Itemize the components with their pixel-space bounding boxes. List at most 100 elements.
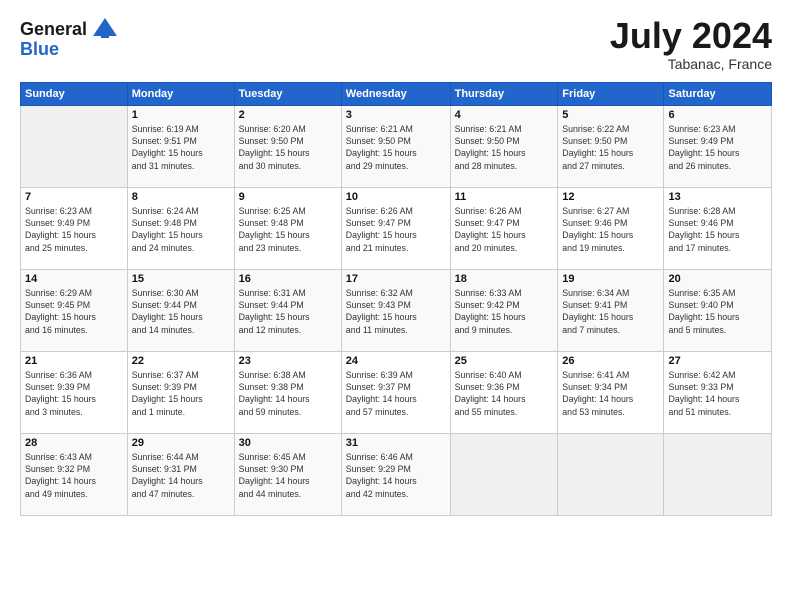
calendar: Sunday Monday Tuesday Wednesday Thursday… xyxy=(20,82,772,516)
table-row: 31Sunrise: 6:46 AM Sunset: 9:29 PM Dayli… xyxy=(341,433,450,515)
table-row: 8 Sunrise: 6:24 AM Sunset: 9:48 PM Daylig… xyxy=(127,187,234,269)
day-number: 21 xyxy=(25,355,123,367)
day-detail: Sunrise: 6:32 AM Sunset: 9:43 PM Dayligh… xyxy=(346,287,446,336)
day-detail: Sunrise: 6:23 AM Sunset: 9:49 PM Dayligh… xyxy=(25,205,123,254)
day-number: 20 xyxy=(668,273,767,285)
table-row xyxy=(450,433,558,515)
month-title: July 2024 xyxy=(610,16,772,56)
day-detail: Sunrise: 6:24 AM Sunset: 9:48 PM Dayligh… xyxy=(132,205,230,254)
table-row: 23 Sunrise: 6:38 AM Sunset: 9:38 PM Dayli… xyxy=(234,351,341,433)
day-detail: Sunrise: 6:35 AM Sunset: 9:40 PM Dayligh… xyxy=(668,287,767,336)
day-number: 30 xyxy=(239,437,337,449)
day-number: 13 xyxy=(668,191,767,203)
day-detail: Sunrise: 6:21 AM Sunset: 9:50 PM Dayligh… xyxy=(346,123,446,172)
table-row xyxy=(21,105,128,187)
logo-general: General xyxy=(20,20,87,40)
day-number: 27 xyxy=(668,355,767,367)
day-detail: Sunrise: 6:39 AM Sunset: 9:37 PM Dayligh… xyxy=(346,369,446,418)
col-friday: Friday xyxy=(558,82,664,105)
day-number: 10 xyxy=(346,191,446,203)
calendar-week-row: 1Sunrise: 6:19 AM Sunset: 9:51 PM Daylig… xyxy=(21,105,772,187)
table-row: 16 Sunrise: 6:31 AM Sunset: 9:44 PM Dayli… xyxy=(234,269,341,351)
col-thursday: Thursday xyxy=(450,82,558,105)
day-number: 15 xyxy=(132,273,230,285)
day-number: 31 xyxy=(346,437,446,449)
day-number: 5 xyxy=(562,109,659,121)
day-number: 23 xyxy=(239,355,337,367)
day-number: 8 xyxy=(132,191,230,203)
day-detail: Sunrise: 6:36 AM Sunset: 9:39 PM Dayligh… xyxy=(25,369,123,418)
day-detail: Sunrise: 6:28 AM Sunset: 9:46 PM Dayligh… xyxy=(668,205,767,254)
day-detail: Sunrise: 6:31 AM Sunset: 9:44 PM Dayligh… xyxy=(239,287,337,336)
day-detail: Sunrise: 6:22 AM Sunset: 9:50 PM Dayligh… xyxy=(562,123,659,172)
table-row: 11 Sunrise: 6:26 AM Sunset: 9:47 PM Dayli… xyxy=(450,187,558,269)
col-sunday: Sunday xyxy=(21,82,128,105)
day-detail: Sunrise: 6:42 AM Sunset: 9:33 PM Dayligh… xyxy=(668,369,767,418)
table-row: 1Sunrise: 6:19 AM Sunset: 9:51 PM Daylig… xyxy=(127,105,234,187)
table-row: 2Sunrise: 6:20 AM Sunset: 9:50 PM Daylig… xyxy=(234,105,341,187)
table-row: 27 Sunrise: 6:42 AM Sunset: 9:33 PM Dayli… xyxy=(664,351,772,433)
table-row: 9Sunrise: 6:25 AM Sunset: 9:48 PM Daylig… xyxy=(234,187,341,269)
day-detail: Sunrise: 6:26 AM Sunset: 9:47 PM Dayligh… xyxy=(346,205,446,254)
day-detail: Sunrise: 6:19 AM Sunset: 9:51 PM Dayligh… xyxy=(132,123,230,172)
calendar-week-row: 21 Sunrise: 6:36 AM Sunset: 9:39 PM Dayli… xyxy=(21,351,772,433)
day-detail: Sunrise: 6:30 AM Sunset: 9:44 PM Dayligh… xyxy=(132,287,230,336)
table-row: 5 Sunrise: 6:22 AM Sunset: 9:50 PM Daylig… xyxy=(558,105,664,187)
day-detail: Sunrise: 6:40 AM Sunset: 9:36 PM Dayligh… xyxy=(455,369,554,418)
day-detail: Sunrise: 6:20 AM Sunset: 9:50 PM Dayligh… xyxy=(239,123,337,172)
col-monday: Monday xyxy=(127,82,234,105)
table-row: 22 Sunrise: 6:37 AM Sunset: 9:39 PM Dayli… xyxy=(127,351,234,433)
day-detail: Sunrise: 6:38 AM Sunset: 9:38 PM Dayligh… xyxy=(239,369,337,418)
table-row: 18 Sunrise: 6:33 AM Sunset: 9:42 PM Dayli… xyxy=(450,269,558,351)
logo-icon xyxy=(91,16,119,44)
col-saturday: Saturday xyxy=(664,82,772,105)
table-row: 30 Sunrise: 6:45 AM Sunset: 9:30 PM Dayli… xyxy=(234,433,341,515)
table-row: 20 Sunrise: 6:35 AM Sunset: 9:40 PM Dayli… xyxy=(664,269,772,351)
table-row: 14 Sunrise: 6:29 AM Sunset: 9:45 PM Dayli… xyxy=(21,269,128,351)
day-number: 14 xyxy=(25,273,123,285)
table-row: 13 Sunrise: 6:28 AM Sunset: 9:46 PM Dayli… xyxy=(664,187,772,269)
day-number: 12 xyxy=(562,191,659,203)
table-row: 3 Sunrise: 6:21 AM Sunset: 9:50 PM Daylig… xyxy=(341,105,450,187)
day-number: 28 xyxy=(25,437,123,449)
day-number: 29 xyxy=(132,437,230,449)
day-detail: Sunrise: 6:37 AM Sunset: 9:39 PM Dayligh… xyxy=(132,369,230,418)
table-row: 15 Sunrise: 6:30 AM Sunset: 9:44 PM Dayli… xyxy=(127,269,234,351)
day-number: 11 xyxy=(455,191,554,203)
day-detail: Sunrise: 6:27 AM Sunset: 9:46 PM Dayligh… xyxy=(562,205,659,254)
table-row: 17 Sunrise: 6:32 AM Sunset: 9:43 PM Dayli… xyxy=(341,269,450,351)
day-number: 17 xyxy=(346,273,446,285)
day-detail: Sunrise: 6:44 AM Sunset: 9:31 PM Dayligh… xyxy=(132,451,230,500)
day-number: 3 xyxy=(346,109,446,121)
table-row: 6 Sunrise: 6:23 AM Sunset: 9:49 PM Daylig… xyxy=(664,105,772,187)
table-row: 25Sunrise: 6:40 AM Sunset: 9:36 PM Dayli… xyxy=(450,351,558,433)
logo: General Blue xyxy=(20,16,119,60)
table-row: 7 Sunrise: 6:23 AM Sunset: 9:49 PM Daylig… xyxy=(21,187,128,269)
table-row xyxy=(558,433,664,515)
day-detail: Sunrise: 6:43 AM Sunset: 9:32 PM Dayligh… xyxy=(25,451,123,500)
col-wednesday: Wednesday xyxy=(341,82,450,105)
day-number: 16 xyxy=(239,273,337,285)
day-detail: Sunrise: 6:34 AM Sunset: 9:41 PM Dayligh… xyxy=(562,287,659,336)
table-row: 10 Sunrise: 6:26 AM Sunset: 9:47 PM Dayli… xyxy=(341,187,450,269)
location: Tabanac, France xyxy=(610,56,772,72)
day-number: 26 xyxy=(562,355,659,367)
table-row: 24Sunrise: 6:39 AM Sunset: 9:37 PM Dayli… xyxy=(341,351,450,433)
day-detail: Sunrise: 6:23 AM Sunset: 9:49 PM Dayligh… xyxy=(668,123,767,172)
day-number: 6 xyxy=(668,109,767,121)
day-number: 18 xyxy=(455,273,554,285)
day-detail: Sunrise: 6:29 AM Sunset: 9:45 PM Dayligh… xyxy=(25,287,123,336)
day-detail: Sunrise: 6:45 AM Sunset: 9:30 PM Dayligh… xyxy=(239,451,337,500)
table-row: 12 Sunrise: 6:27 AM Sunset: 9:46 PM Dayli… xyxy=(558,187,664,269)
day-detail: Sunrise: 6:25 AM Sunset: 9:48 PM Dayligh… xyxy=(239,205,337,254)
table-row: 21 Sunrise: 6:36 AM Sunset: 9:39 PM Dayli… xyxy=(21,351,128,433)
day-number: 19 xyxy=(562,273,659,285)
table-row: 26Sunrise: 6:41 AM Sunset: 9:34 PM Dayli… xyxy=(558,351,664,433)
day-number: 22 xyxy=(132,355,230,367)
day-number: 7 xyxy=(25,191,123,203)
calendar-week-row: 14 Sunrise: 6:29 AM Sunset: 9:45 PM Dayli… xyxy=(21,269,772,351)
table-row: 28 Sunrise: 6:43 AM Sunset: 9:32 PM Dayli… xyxy=(21,433,128,515)
table-row: 19 Sunrise: 6:34 AM Sunset: 9:41 PM Dayli… xyxy=(558,269,664,351)
day-detail: Sunrise: 6:33 AM Sunset: 9:42 PM Dayligh… xyxy=(455,287,554,336)
day-detail: Sunrise: 6:26 AM Sunset: 9:47 PM Dayligh… xyxy=(455,205,554,254)
